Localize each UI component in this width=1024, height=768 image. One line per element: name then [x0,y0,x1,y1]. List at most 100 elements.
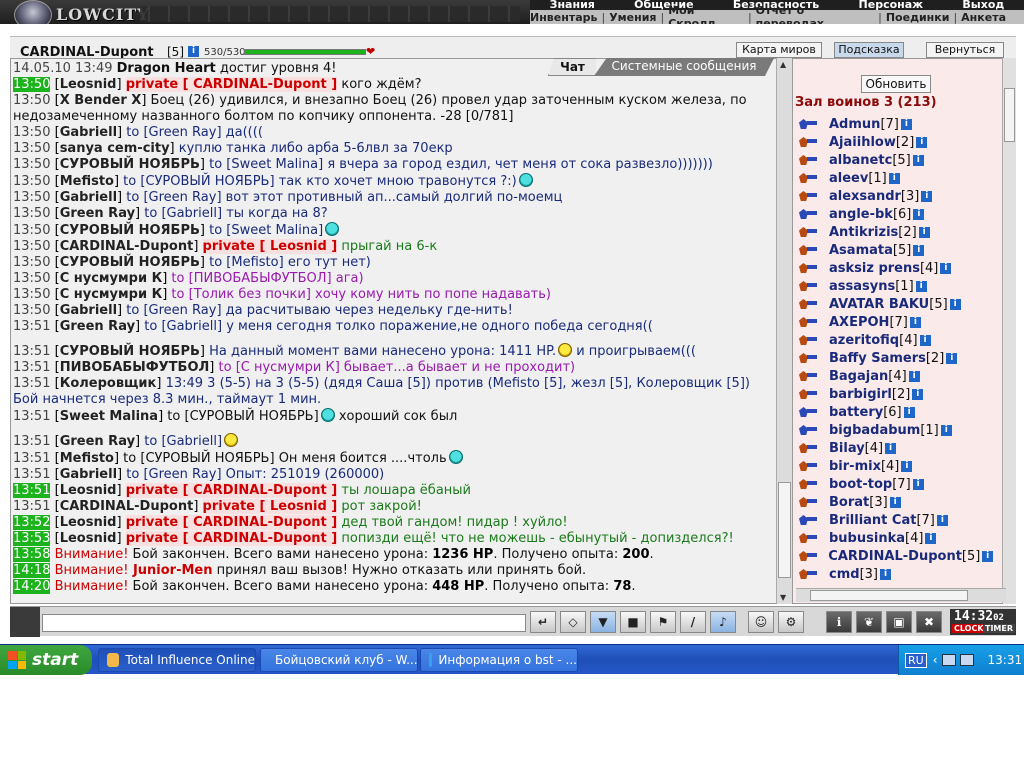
chat-recipient[interactable]: Gabriell [167,434,217,449]
music-icon[interactable]: ♪ [710,611,736,633]
user-name[interactable]: aleev [829,171,868,186]
private-target[interactable]: private [ CARDINAL-Dupont ] [125,515,338,530]
user-row[interactable]: Brilliant Cat [7] i [797,511,993,529]
chat-recipient[interactable]: Mefisto [231,255,278,270]
chat-recipient[interactable]: Gabriell [167,206,217,221]
user-name[interactable]: angle-bk [829,207,893,222]
chat-sender[interactable]: Green Ray [60,206,135,221]
submenu-inventory[interactable]: Инвентарь [530,11,597,24]
user-info-icon[interactable]: i [912,388,924,400]
chevron-left-icon[interactable]: ‹ [933,653,938,667]
user-name[interactable]: assasyns [829,279,895,294]
chat-panel[interactable]: 14.05.10 13:49 Dragon Heart достиг уровн… [10,58,792,604]
private-target[interactable]: private [ Leosnid ] [202,499,338,514]
roster-scrollbar[interactable] [1002,58,1016,604]
chat-sender[interactable]: Gabriell [60,190,117,205]
user-info-icon[interactable]: i [936,514,948,526]
chat-sender[interactable]: Sweet Malina [60,409,158,424]
user-name[interactable]: CARDINAL-Dupont [828,549,962,564]
chat-sender[interactable]: CARDINAL-Dupont [60,239,194,254]
timer-label[interactable]: TIMER [983,624,1016,633]
user-info-icon[interactable]: i [912,478,924,490]
chat-recipient[interactable]: Green Ray [149,303,217,318]
private-target[interactable]: private [ CARDINAL-Dupont ] [125,531,338,546]
user-row[interactable]: asksiz prens [4] i [797,259,993,277]
smiley-icon[interactable]: ☺ [748,611,774,633]
user-name[interactable]: barbigirl [829,387,892,402]
scroll-down-icon[interactable]: ▼ [780,593,786,602]
filter-icon[interactable]: ▼ [590,611,616,633]
chat-recipient[interactable]: Толик без почки [194,287,306,302]
user-info-icon[interactable]: i [946,352,958,364]
user-name[interactable]: bubusinka [829,531,905,546]
save-icon[interactable]: ■ [620,611,646,633]
user-name[interactable]: alexsandr [829,189,901,204]
user-info-icon[interactable]: i [982,550,993,562]
chat-sender[interactable]: Leosnid [60,515,117,530]
user-row[interactable]: cmd [3] i [797,565,993,583]
user-row[interactable]: battery [6] i [797,403,993,421]
user-info-icon[interactable]: i [888,172,900,184]
user-name[interactable]: AXEPOH [829,315,889,330]
user-info-icon[interactable]: i [921,190,933,202]
user-name[interactable]: bir-mix [829,459,881,474]
submenu-duels[interactable]: Поединки [886,11,950,24]
user-name[interactable]: asksiz prens [829,261,920,276]
user-row[interactable]: Ajaiihlow [2] i [797,133,993,151]
lock-icon[interactable]: ▣ [886,611,912,633]
user-row[interactable]: AXEPOH [7] i [797,313,993,331]
submenu-skills[interactable]: Умения [609,11,656,24]
user-row[interactable]: bubusinka [4] i [797,529,993,547]
chat-sender[interactable]: Mefisto [60,451,114,466]
chat-recipient[interactable]: ПИВОБАБЫФУТБОЛ [194,271,327,286]
chat-sender[interactable]: СУРОВЫЙ НОЯБРЬ [60,255,200,270]
private-target[interactable]: private [ CARDINAL-Dupont ] [125,77,338,92]
walk-icon[interactable]: ⚑ [650,611,676,633]
user-row[interactable]: Asamata [5] i [797,241,993,259]
task-bst-info[interactable]: Информация о bst - ... [420,648,578,672]
user-info-icon[interactable]: i [885,442,897,454]
user-row[interactable]: azeritofiq [4] i [797,331,993,349]
user-row[interactable]: Antikrizis [2] i [797,223,993,241]
chat-recipient[interactable]: Green Ray [149,125,217,140]
chat-nickname[interactable]: Dragon Heart [117,61,216,76]
user-row[interactable]: bir-mix [4] i [797,457,993,475]
menu-exit[interactable]: Выход [962,0,1004,10]
user-name[interactable]: battery [829,405,883,420]
user-info-icon[interactable]: i [903,406,915,418]
chat-sender[interactable]: ПИВОБАБЫФУТБОЛ [60,360,210,375]
tab-system-messages[interactable]: Системные сообщения [594,58,774,76]
user-row[interactable]: boot-top [7] i [797,475,993,493]
user-name[interactable]: Brilliant Cat [829,513,916,528]
user-name[interactable]: boot-top [829,477,892,492]
user-info-icon[interactable]: i [915,280,927,292]
user-row[interactable]: CARDINAL-Dupont [5] i [797,547,993,565]
user-info-icon[interactable]: i [925,532,937,544]
chat-recipient[interactable]: СУРОВЫЙ НОЯБРЬ [145,174,269,189]
chat-recipient[interactable]: Green Ray [149,467,217,482]
chat-input[interactable] [42,614,526,632]
user-row[interactable]: AVATAR BAKU [5] i [797,295,993,313]
task-fight-club[interactable]: Бойцовский клуб - W... [260,648,418,672]
user-info-icon[interactable]: i [879,568,891,580]
user-info-icon[interactable]: i [889,496,901,508]
user-row[interactable]: angle-bk [6] i [797,205,993,223]
chat-recipient[interactable]: Sweet Malina [231,223,318,238]
user-info-icon[interactable]: i [919,334,931,346]
start-button[interactable]: start [0,645,92,675]
chat-sender[interactable]: Gabriell [60,125,117,140]
user-row[interactable]: bigbadabum [1] i [797,421,993,439]
chat-sender[interactable]: Leosnid [60,483,117,498]
chat-sender[interactable]: CARDINAL-Dupont [60,499,194,514]
task-total-influence[interactable]: Total Influence Online [98,648,256,672]
user-info-icon[interactable]: i [908,370,920,382]
enter-icon[interactable]: ↵ [530,611,556,633]
back-button[interactable]: Вернуться [926,42,1004,58]
chat-scrollbar[interactable]: ▲ ▼ [776,58,792,604]
tab-chat[interactable]: Чат [548,58,596,76]
user-row[interactable]: assasyns [1] i [797,277,993,295]
scroll-up-icon[interactable]: ▲ [780,60,786,69]
chat-recipient[interactable]: Green Ray [149,190,217,205]
user-row[interactable]: Bilay [4] i [797,439,993,457]
user-info-icon[interactable]: i [913,208,925,220]
